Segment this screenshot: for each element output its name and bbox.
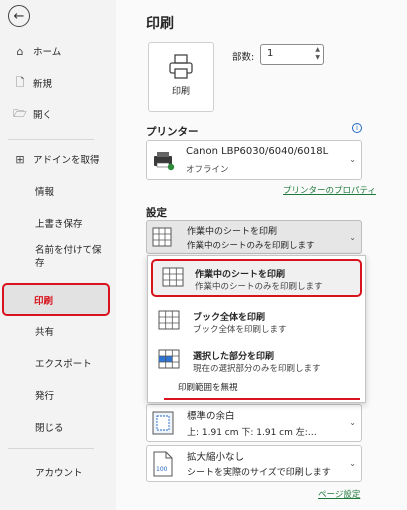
scaling-dropdown[interactable]: 100 拡大縮小なし シートを実際のサイズで印刷します ⌄ bbox=[146, 445, 362, 482]
selection-grid-icon bbox=[158, 349, 180, 369]
margins-title: 標準の余白 bbox=[187, 411, 235, 422]
sidebar-item-print[interactable]: 印刷 bbox=[2, 283, 110, 316]
menu-option-subtitle: ブック全体を印刷します bbox=[193, 325, 287, 335]
printer-device-icon bbox=[154, 152, 175, 171]
scaling-subtitle: シートを実際のサイズで印刷します bbox=[187, 468, 331, 478]
sidebar-divider bbox=[8, 139, 94, 140]
sidebar-item-label: エクスポート bbox=[35, 359, 92, 370]
copies-value: 1 bbox=[267, 48, 274, 59]
sidebar-item-label: アカウント bbox=[35, 468, 83, 479]
print-what-menu: 作業中のシートを印刷 作業中のシートのみを印刷します ブック全体を印刷 ブック全… bbox=[147, 255, 366, 403]
highlight-underline bbox=[164, 398, 360, 400]
sidebar-item-label: 開く bbox=[33, 110, 53, 121]
back-arrow-icon[interactable]: ← bbox=[8, 5, 30, 27]
margins-subtitle: 上: 1.91 cm 下: 1.91 cm 左:… bbox=[187, 428, 317, 438]
printer-status: オフライン bbox=[186, 165, 229, 175]
margins-icon bbox=[152, 411, 174, 435]
sidebar-item-share[interactable]: 共有 bbox=[0, 318, 116, 344]
printer-section-title: プリンター bbox=[146, 126, 199, 138]
chevron-down-icon: ⌄ bbox=[349, 418, 356, 427]
menu-option-entire-workbook[interactable]: ブック全体を印刷 ブック全体を印刷します bbox=[148, 301, 367, 341]
info-icon[interactable]: i bbox=[352, 123, 362, 133]
copies-input[interactable]: 1 ▲ ▼ bbox=[260, 44, 324, 65]
sidebar-item-label: 閉じる bbox=[35, 423, 64, 434]
ignore-print-area-label: 印刷範囲を無視 bbox=[178, 383, 238, 393]
print-what-dropdown[interactable]: 作業中のシートを印刷 作業中のシートのみを印刷します ⌄ bbox=[146, 220, 362, 254]
sidebar-item-label: 共有 bbox=[35, 327, 55, 338]
scaling-page-icon bbox=[153, 451, 173, 477]
page-setup-link[interactable]: ページ設定 bbox=[318, 488, 360, 500]
menu-option-title: 作業中のシートを印刷 bbox=[195, 270, 286, 280]
menu-option-title: 選択した部分を印刷 bbox=[193, 352, 275, 362]
sidebar-item-open[interactable]: 🗁 開く bbox=[0, 101, 116, 127]
sidebar-item-label: 発行 bbox=[35, 391, 55, 402]
workbook-grid-icon bbox=[158, 310, 180, 330]
printer-dropdown[interactable]: Canon LBP6030/6040/6018L オフライン ⌄ bbox=[146, 140, 362, 180]
sidebar-item-label: 名前を付けて保存 bbox=[35, 245, 102, 269]
addin-grid-icon: ⊞ bbox=[15, 152, 25, 166]
new-document-icon: 🗋 bbox=[15, 75, 25, 89]
scaling-title: 拡大縮小なし bbox=[187, 452, 245, 463]
sidebar-item-label: 印刷 bbox=[34, 295, 54, 307]
sidebar-item-label: アドインを取得 bbox=[33, 155, 100, 166]
folder-open-icon: 🗁 bbox=[13, 106, 27, 120]
menu-option-title: ブック全体を印刷 bbox=[193, 313, 266, 323]
sidebar-item-label: 新規 bbox=[33, 79, 53, 90]
sidebar-item-save[interactable]: 上書き保存 bbox=[0, 210, 116, 236]
sheet-grid-icon bbox=[152, 227, 172, 247]
scaling-icon-text: 100 bbox=[156, 466, 168, 473]
print-what-title: 作業中のシートを印刷 bbox=[187, 227, 278, 237]
sidebar-item-label: ホーム bbox=[33, 47, 62, 58]
chevron-down-icon: ⌄ bbox=[349, 233, 356, 242]
printer-properties-link[interactable]: プリンターのプロパティ bbox=[283, 184, 376, 196]
sidebar-divider bbox=[8, 448, 94, 449]
print-button-label: 印刷 bbox=[171, 87, 190, 97]
sidebar-item-get-addins[interactable]: ⊞ アドインを取得 bbox=[0, 146, 116, 172]
menu-option-active-sheets[interactable]: 作業中のシートを印刷 作業中のシートのみを印刷します bbox=[151, 259, 362, 297]
home-icon: ⌂ bbox=[16, 44, 24, 58]
menu-option-subtitle: 作業中のシートのみを印刷します bbox=[195, 282, 323, 292]
printer-icon bbox=[169, 54, 193, 79]
sheet-grid-icon bbox=[162, 267, 184, 287]
sidebar-item-label: 情報 bbox=[35, 187, 55, 198]
print-button[interactable]: 印刷 bbox=[148, 42, 214, 112]
settings-section-title: 設定 bbox=[146, 207, 167, 219]
sidebar-item-publish[interactable]: 発行 bbox=[0, 382, 116, 408]
sidebar-item-export[interactable]: エクスポート bbox=[0, 350, 116, 376]
sidebar-item-new[interactable]: 🗋 新規 bbox=[0, 70, 116, 96]
copies-spinner[interactable]: ▲ ▼ bbox=[315, 46, 320, 62]
sidebar-item-account[interactable]: アカウント bbox=[0, 459, 116, 485]
ignore-print-area-option[interactable]: 印刷範囲を無視 bbox=[148, 376, 367, 400]
sidebar-item-label: 上書き保存 bbox=[35, 219, 83, 230]
copies-label: 部数: bbox=[232, 52, 255, 63]
menu-option-selection[interactable]: 選択した部分を印刷 現在の選択部分のみを印刷します bbox=[148, 340, 367, 380]
printer-name: Canon LBP6030/6040/6018L bbox=[186, 146, 329, 157]
sidebar-item-save-as[interactable]: 名前を付けて保存 bbox=[0, 244, 116, 280]
menu-option-subtitle: 現在の選択部分のみを印刷します bbox=[193, 364, 321, 374]
chevron-down-icon: ⌄ bbox=[349, 459, 356, 468]
backstage-sidebar: ← ⌂ ホーム 🗋 新規 🗁 開く ⊞ アドインを取得 情報 上書き保存 名前を… bbox=[0, 0, 116, 510]
sidebar-item-info[interactable]: 情報 bbox=[0, 178, 116, 204]
page-title: 印刷 bbox=[146, 16, 174, 32]
margins-dropdown[interactable]: 標準の余白 上: 1.91 cm 下: 1.91 cm 左:… ⌄ bbox=[146, 404, 362, 442]
chevron-down-icon: ⌄ bbox=[349, 155, 356, 164]
sidebar-item-home[interactable]: ⌂ ホーム bbox=[0, 38, 116, 64]
print-what-subtitle: 作業中のシートのみを印刷します bbox=[187, 241, 315, 251]
sidebar-item-close[interactable]: 閉じる bbox=[0, 414, 116, 440]
